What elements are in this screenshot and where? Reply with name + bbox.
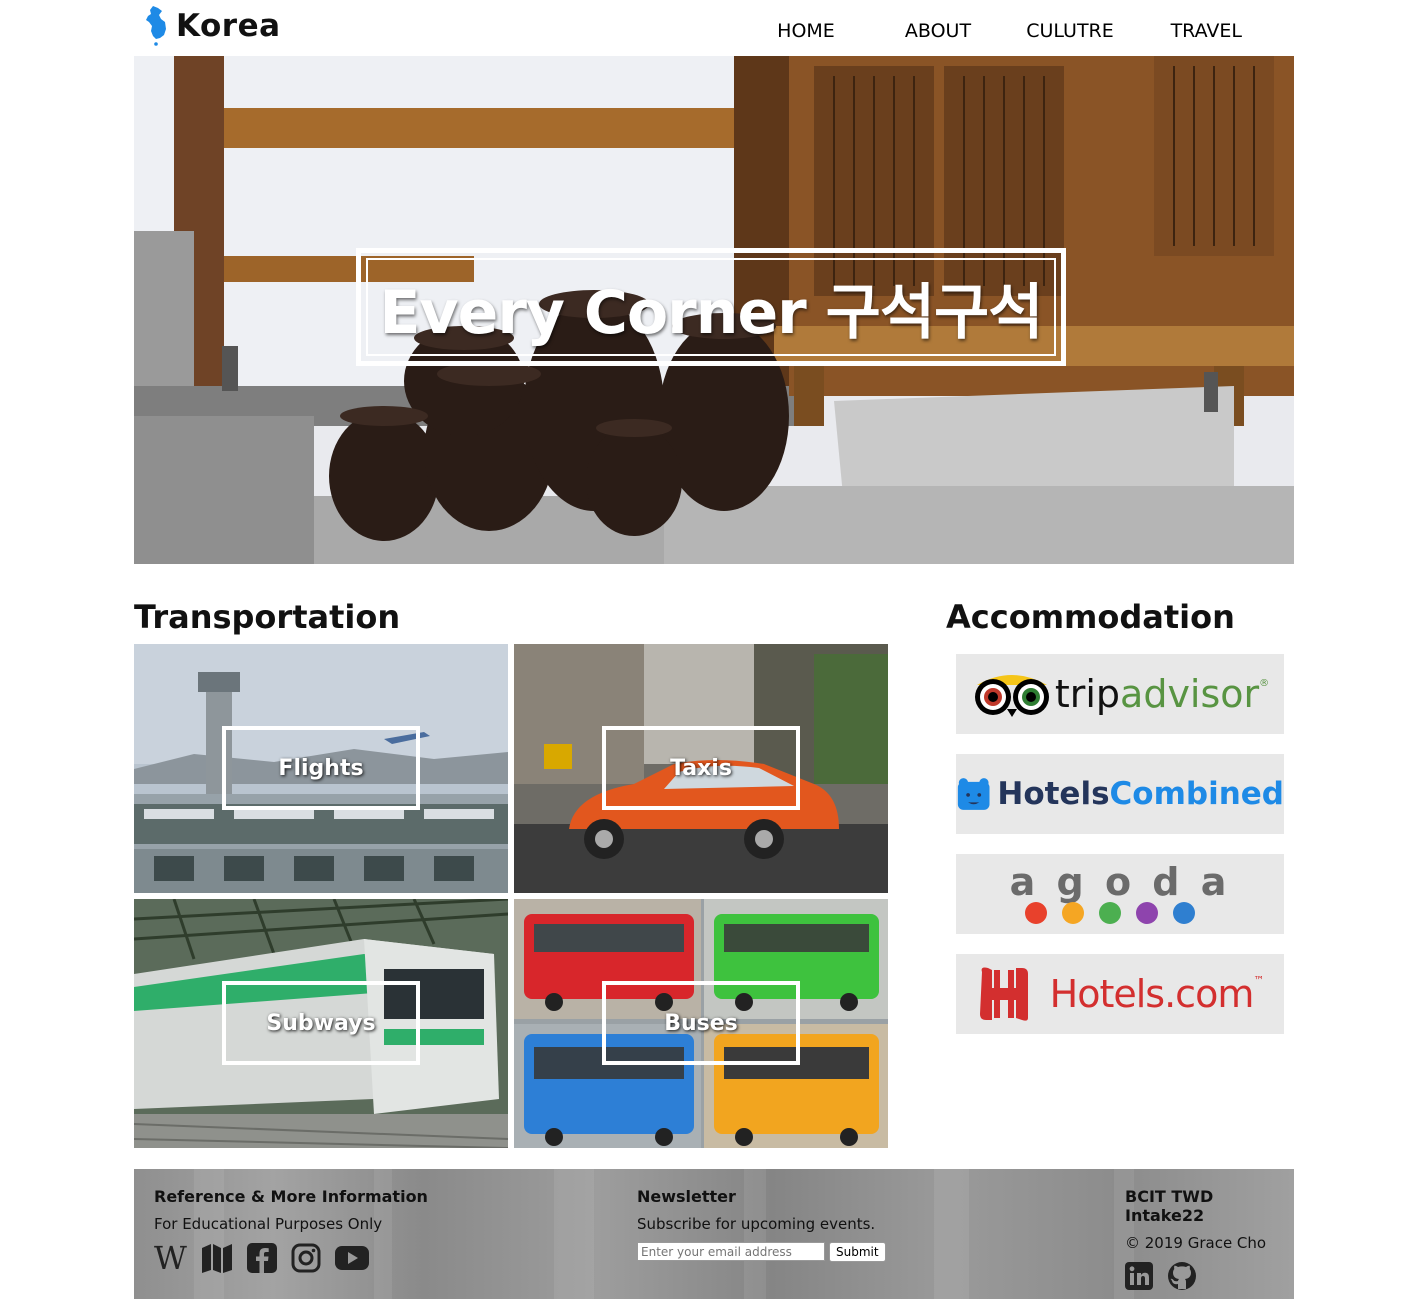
submit-button[interactable]: Submit — [829, 1242, 886, 1262]
agoda-dots-icon — [1025, 902, 1195, 924]
flights-label: Flights — [278, 755, 364, 781]
reference-text: For Educational Purposes Only — [154, 1215, 383, 1233]
tripadvisor-advisor: advisor — [1120, 672, 1260, 716]
hero-title-frame: Every Corner 구석구석 — [356, 248, 1066, 366]
subways-frame: Subways — [222, 981, 420, 1065]
site-footer: Reference & More Information For Educati… — [134, 1169, 1294, 1299]
hotelscombined-bear-icon — [957, 778, 990, 810]
reference-icons: W — [154, 1242, 428, 1274]
email-input[interactable] — [637, 1242, 825, 1261]
accommodation-title: Accommodation — [946, 598, 1235, 636]
newsletter-text: Subscribe for upcoming events. — [637, 1215, 876, 1233]
youtube-icon[interactable] — [334, 1245, 369, 1271]
wikipedia-icon[interactable]: W — [154, 1242, 187, 1274]
transportation-title: Transportation — [134, 598, 401, 636]
map-icon[interactable] — [201, 1242, 233, 1274]
buses-label: Buses — [664, 1010, 738, 1036]
footer-newsletter-col: Newsletter Subscribe for upcoming events… — [637, 1187, 886, 1262]
accommodation-list: tripadvisor® HotelsCombined a g o d a — [956, 654, 1284, 1054]
hotelscombined-combined: Combined — [1109, 776, 1284, 812]
hero-banner: Every Corner 구석구석 — [134, 56, 1294, 564]
tile-taxis[interactable]: Taxis — [514, 644, 888, 893]
credits-text: © 2019 Grace Cho — [1125, 1234, 1267, 1252]
hotelscom-wordmark: Hotels.com — [1049, 972, 1255, 1016]
instagram-icon[interactable] — [291, 1243, 321, 1273]
tile-flights[interactable]: Flights — [134, 644, 508, 893]
nav-culture[interactable]: CULUTRE — [1004, 20, 1136, 42]
credits-icons — [1125, 1261, 1294, 1291]
hotelscom-tm-mark: ™ — [1253, 974, 1265, 987]
nav-travel[interactable]: TRAVEL — [1136, 20, 1242, 42]
reference-heading: Reference & More Information — [154, 1187, 428, 1206]
hotelscombined-card[interactable]: Hotels Combined — [956, 754, 1284, 834]
tile-subways[interactable]: Subways — [134, 899, 508, 1148]
flights-frame: Flights — [222, 726, 420, 810]
hotelscombined-hotels: Hotels — [997, 776, 1110, 812]
newsletter-form: Submit — [637, 1242, 886, 1262]
tripadvisor-owl-icon — [974, 675, 1049, 717]
tripadvisor-trip: trip — [1054, 672, 1121, 716]
nav-about[interactable]: ABOUT — [872, 20, 1004, 42]
tripadvisor-registered-mark: ® — [1259, 678, 1270, 689]
taxis-label: Taxis — [670, 755, 732, 781]
footer-reference-col: Reference & More Information For Educati… — [154, 1187, 428, 1274]
github-icon[interactable] — [1167, 1261, 1197, 1291]
tripadvisor-card[interactable]: trip advisor ® — [956, 654, 1284, 734]
logo-text: Korea — [176, 8, 281, 44]
site-header: Korea HOME ABOUT CULUTRE TRAVEL — [134, 0, 1294, 56]
newsletter-heading: Newsletter — [637, 1187, 736, 1206]
facebook-icon[interactable] — [246, 1243, 277, 1273]
hero-title: Every Corner 구석구석 — [379, 277, 1044, 348]
agoda-card[interactable]: a g o d a — [956, 854, 1284, 934]
footer-credits-col: BCIT TWD Intake22 © 2019 Grace Cho — [1125, 1187, 1294, 1291]
transportation-grid: Flights Taxis Subways Buses — [134, 644, 888, 1149]
nav-home[interactable]: HOME — [740, 20, 872, 42]
main-nav: HOME ABOUT CULUTRE TRAVEL — [740, 20, 1242, 42]
tile-buses[interactable]: Buses — [514, 899, 888, 1148]
hotelscom-h-icon — [979, 967, 1028, 1021]
credits-heading: BCIT TWD Intake22 — [1125, 1187, 1214, 1225]
buses-frame: Buses — [602, 981, 800, 1065]
logo[interactable]: Korea — [144, 5, 281, 47]
taxis-frame: Taxis — [602, 726, 800, 810]
hotelscom-card[interactable]: Hotels.com ™ — [956, 954, 1284, 1034]
agoda-wordmark: a g o d a — [1009, 860, 1231, 904]
subways-label: Subways — [266, 1010, 376, 1036]
korea-map-icon — [146, 6, 166, 46]
linkedin-icon[interactable] — [1125, 1262, 1153, 1290]
